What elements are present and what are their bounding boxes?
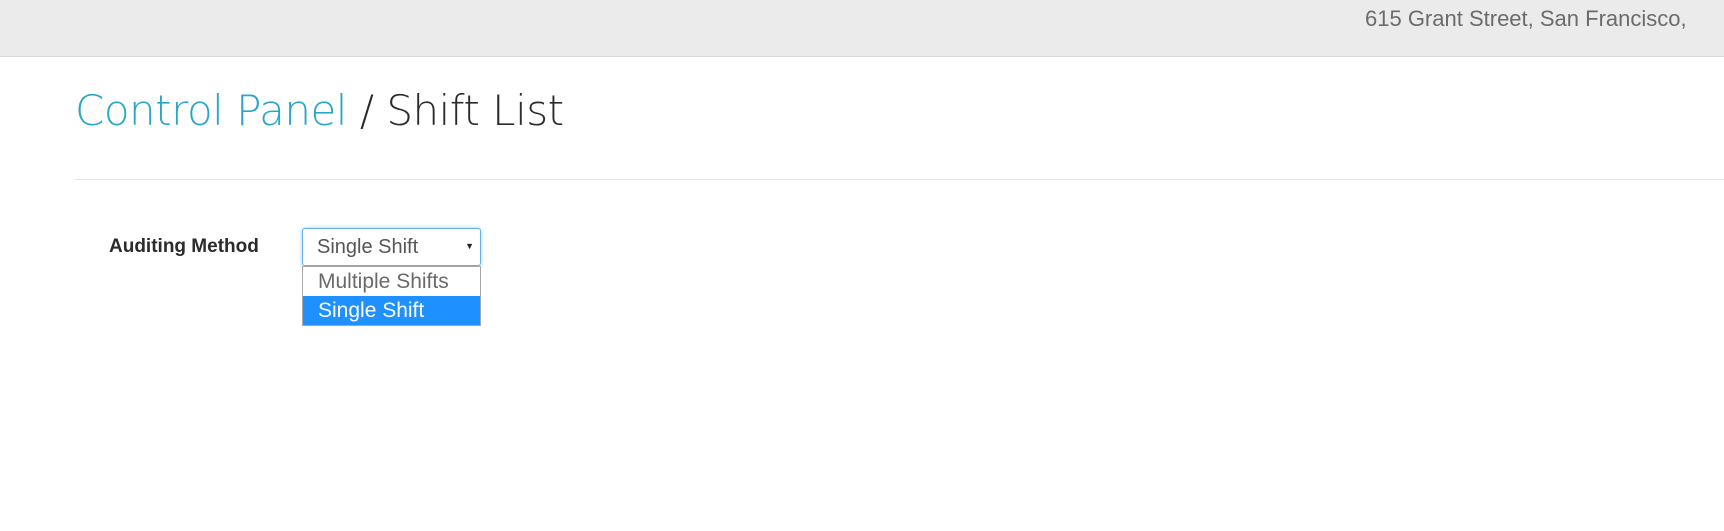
auditing-method-options: Multiple Shifts Single Shift xyxy=(302,266,481,326)
header-divider xyxy=(75,179,1724,180)
auditing-method-selected-value: Single Shift xyxy=(317,236,419,258)
auditing-method-label: Auditing Method xyxy=(109,236,259,257)
dropdown-arrow-icon: ▼ xyxy=(465,241,474,251)
top-bar: 615 Grant Street, San Francisco, xyxy=(0,0,1724,57)
breadcrumb-separator: / xyxy=(359,86,374,135)
option-multiple-shifts[interactable]: Multiple Shifts xyxy=(303,267,480,296)
location-address: 615 Grant Street, San Francisco, xyxy=(1365,6,1687,31)
page-title: Shift List xyxy=(386,86,564,135)
auditing-method-select[interactable]: Single Shift ▼ xyxy=(302,228,481,266)
option-single-shift[interactable]: Single Shift xyxy=(303,296,480,325)
breadcrumb: Control Panel / Shift List xyxy=(75,86,564,135)
breadcrumb-control-panel-link[interactable]: Control Panel xyxy=(75,86,347,135)
